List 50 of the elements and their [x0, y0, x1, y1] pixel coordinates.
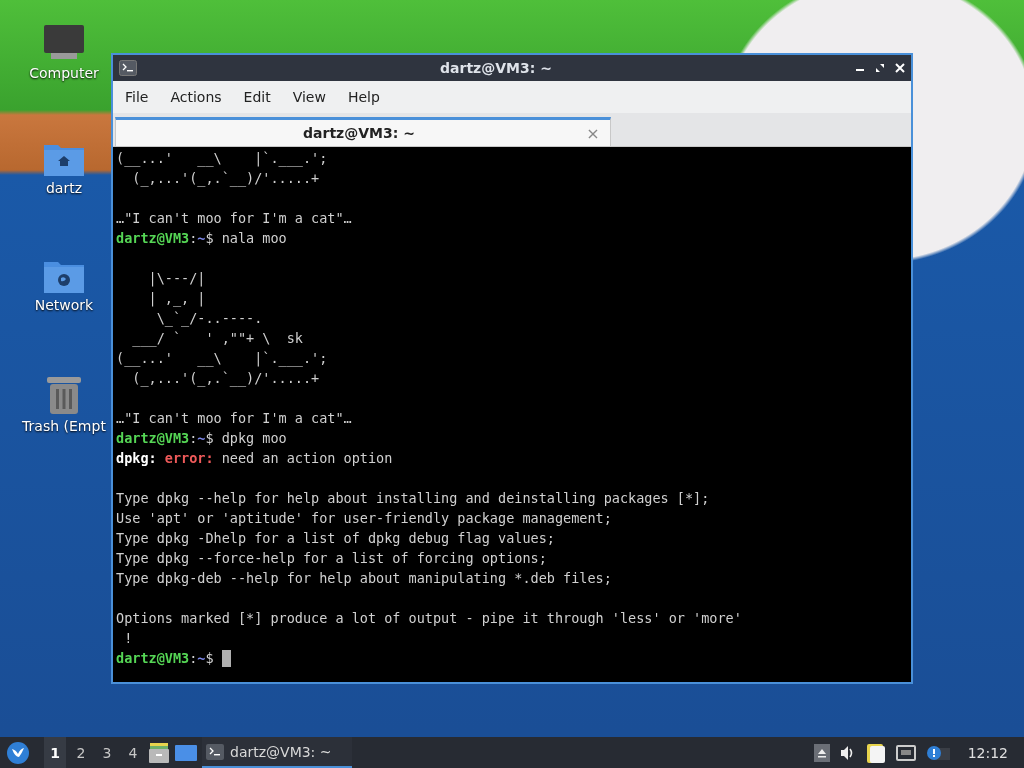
menu-item[interactable]: Actions [162, 87, 230, 107]
workspace-button[interactable]: 2 [70, 737, 92, 768]
close-icon[interactable] [895, 63, 905, 73]
terminal-tab[interactable]: dartz@VM3: ~ × [115, 117, 611, 146]
notification-icon[interactable] [925, 744, 950, 761]
terminal-icon [119, 60, 137, 76]
menu-item[interactable]: File [117, 87, 157, 107]
terminal-line: dartz@VM3:~$ nala moo [116, 229, 288, 248]
terminal-line: Type dpkg --force-help for a list of forcing options; [116, 549, 548, 568]
workspace-button[interactable]: 4 [122, 737, 144, 768]
terminal-line: …"I can't moo for I'm a cat"… [116, 409, 353, 428]
taskbar-task-button[interactable]: dartz@VM3: ~ [202, 737, 352, 768]
clock[interactable]: 12:12 [967, 744, 1008, 761]
start-menu-icon[interactable] [6, 740, 30, 765]
monitor-icon [43, 24, 85, 62]
terminal-line: dpkg: error: need an action option [116, 449, 394, 468]
desktop-icon-label[interactable]: Trash (Empt [22, 418, 106, 434]
terminal-line: \_`_/-..----. [155, 309, 264, 328]
workspace-button[interactable]: 3 [96, 737, 118, 768]
terminal-line: Use 'apt' or 'aptitude' for user-friendly package management; [116, 509, 613, 528]
terminal-line: (__...' __\ |`.___.'; [116, 149, 329, 168]
terminal-line: (_,...'(_,.`__)/'.....+ [131, 169, 321, 188]
menu-item[interactable]: View [284, 87, 334, 107]
terminal-line: | ,_, | [147, 289, 207, 308]
maximize-icon[interactable] [875, 63, 885, 73]
menu-item[interactable]: Help [339, 87, 388, 107]
terminal-line: dartz@VM3:~$ dpkg moo [116, 429, 288, 448]
eject-icon[interactable] [813, 743, 830, 762]
terminal-line: Type dpkg -Dhelp for a list of dpkg debug flag values; [116, 529, 556, 548]
workspace-button[interactable]: 1 [44, 737, 66, 768]
terminal-line: Type dpkg --help for help about installing and deinstalling packages [*]; [116, 489, 711, 508]
terminal-line: dartz@VM3:~$ [116, 648, 908, 668]
terminal-line: (__...' __\ |`.___.'; [116, 349, 329, 368]
terminal-line: …"I can't moo for I'm a cat"… [116, 209, 353, 228]
terminal-line: Options marked [*] produce a lot of output - pipe it through 'less' or 'more' [116, 609, 743, 628]
file-cabinet-icon[interactable] [148, 742, 170, 763]
desktop-icon-label[interactable]: Network [34, 297, 94, 313]
terminal-line: Type dpkg-deb --help for help about manipulating *.deb files; [116, 569, 613, 588]
desktop-icon-label[interactable]: dartz [45, 180, 83, 196]
terminal-line: ___/ ` ' ,""+ \ sk [131, 329, 304, 348]
clipboard-icon[interactable] [865, 741, 886, 764]
terminal-line: (_,...'(_,.`__)/'.....+ [131, 369, 321, 388]
window-title: dartz@VM3: ~ [439, 60, 553, 76]
network-icon[interactable] [895, 744, 916, 761]
show-desktop-icon[interactable] [174, 743, 198, 762]
menu-item[interactable]: Edit [235, 87, 279, 107]
terminal-line: ! [123, 629, 134, 648]
terminal-line: |\---/| [147, 269, 207, 288]
terminal-icon [206, 743, 224, 760]
trash-icon [46, 375, 82, 415]
